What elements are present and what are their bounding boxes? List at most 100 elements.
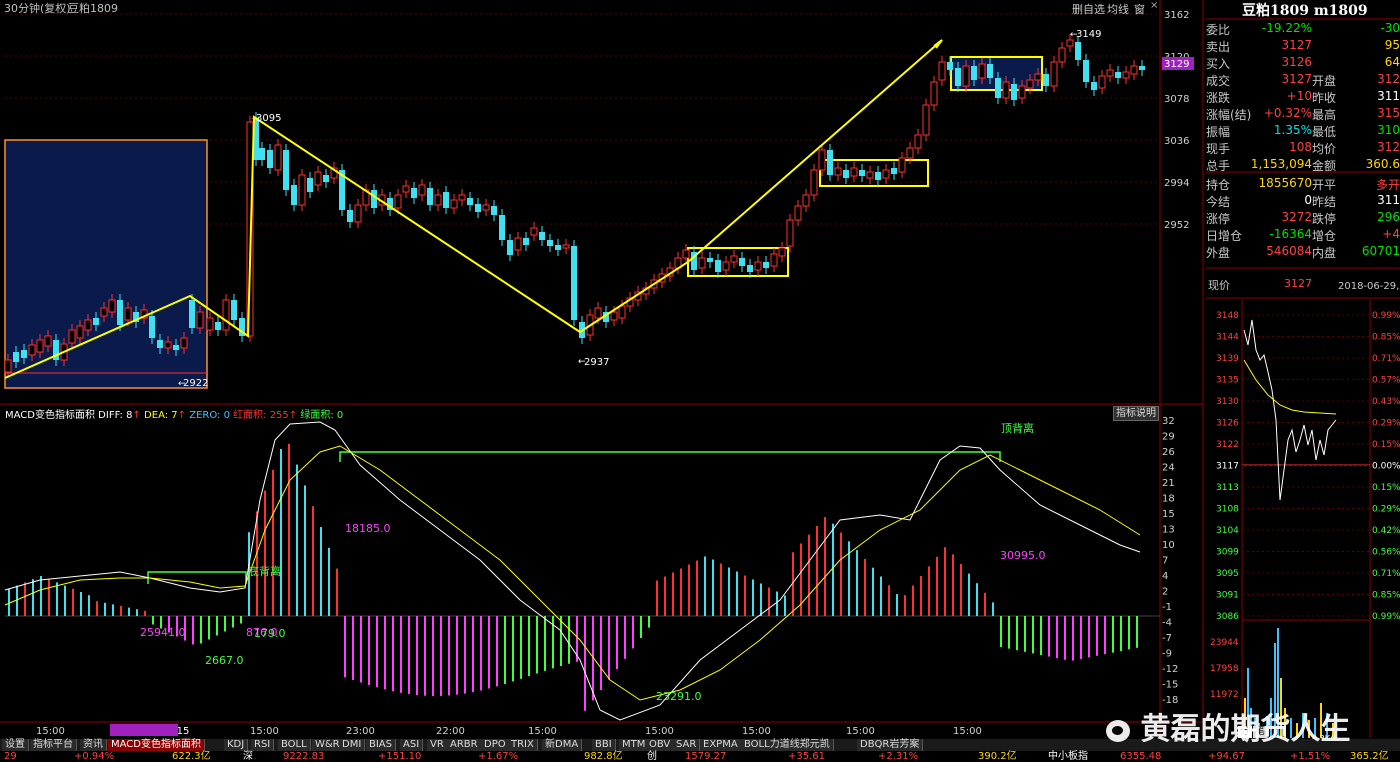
indicator-tab[interactable]: DPO — [481, 739, 510, 751]
macd-axis-label: 24 — [1162, 463, 1175, 474]
macd-bar — [664, 576, 666, 616]
mini-right-axis-label: 0.00% — [1372, 462, 1400, 472]
status-item: +1.51% — [1290, 751, 1331, 762]
indicator-tab[interactable]: BOLL — [278, 739, 311, 751]
quote-label-2: 开盘 — [1312, 74, 1337, 88]
candle-body — [955, 68, 961, 86]
time-axis-label: 15:00 — [953, 726, 982, 737]
price-axis-label: 3162 — [1164, 10, 1189, 21]
window-button[interactable]: 窗 — [1134, 1, 1145, 17]
quote-value-2: 315 — [1377, 106, 1400, 120]
quote-value-2: 296 — [1377, 210, 1400, 224]
chart-canvas[interactable]: ←←←← 3095 2937 2922 3149 316231203078303… — [0, 0, 1400, 762]
indicator-tab[interactable]: SAR — [673, 739, 701, 751]
macd-bar — [224, 616, 226, 632]
indicator-tab[interactable]: ASI — [400, 739, 424, 751]
quote-value-2: 311 — [1377, 89, 1400, 103]
macd-area-a5: 18185.0 — [345, 522, 391, 535]
macd-axis-label: 32 — [1162, 416, 1175, 427]
candle-body — [618, 305, 626, 319]
indicator-tab[interactable]: 指标平台 — [30, 739, 77, 751]
macd-bar — [656, 580, 658, 616]
candle-body — [259, 148, 265, 160]
macd-bar — [928, 566, 930, 616]
mini-right-axis-label: 0.99% — [1372, 612, 1400, 622]
indicator-tab[interactable]: 设置 — [2, 739, 29, 751]
indicator-tab[interactable]: VR — [427, 739, 448, 751]
indicator-help-button[interactable]: 指标说明 — [1113, 406, 1159, 421]
candle-body — [1050, 61, 1058, 87]
time-axis-label: 15:00 — [36, 726, 65, 737]
macd-bar — [1024, 616, 1026, 652]
candle-body — [402, 185, 410, 193]
macd-bar — [648, 616, 650, 628]
candle-body — [76, 325, 84, 339]
macd-axis-label: -7 — [1162, 633, 1172, 644]
quote-title: 豆粕1809 m1809 — [1242, 3, 1368, 19]
indicator-tab[interactable]: 新DMA — [542, 739, 583, 751]
close-icon[interactable]: × — [1150, 0, 1158, 12]
candle-body — [164, 341, 172, 349]
candle-body — [491, 206, 497, 215]
quote-value-2: -30 — [1380, 21, 1400, 35]
quote-label-2: 增仓 — [1312, 229, 1337, 243]
watermark: 黄磊的期货人生 — [1106, 704, 1350, 748]
indicator-tab[interactable]: RSI — [251, 739, 275, 751]
chart-period[interactable]: 30分钟(复权) — [4, 0, 71, 16]
indicator-tab[interactable]: MACD变色指标面积 — [108, 739, 205, 751]
macd-bar — [272, 469, 274, 616]
quote-label: 卖出 — [1206, 40, 1231, 54]
indicator-tab[interactable]: BBI — [592, 739, 616, 751]
annotation-low-2922: 2922 — [183, 378, 208, 389]
candle-body — [173, 345, 179, 350]
macd-histogram — [8, 443, 1138, 711]
macd-bar — [960, 564, 962, 616]
quote-value-2: 360.6 — [1365, 157, 1400, 171]
quote-value: 3127 — [1281, 72, 1312, 86]
indicator-tab[interactable]: DBQR岩芳案 — [857, 739, 924, 751]
indicator-tab[interactable]: TRIX — [508, 739, 538, 751]
status-item: +1.67% — [478, 751, 519, 762]
candle-body — [978, 63, 986, 79]
indicator-tab[interactable]: OBV — [646, 739, 675, 751]
candle-body — [267, 150, 273, 168]
macd-bar — [392, 616, 394, 692]
indicator-tab[interactable]: EXPMA — [700, 739, 742, 751]
candle-body — [307, 178, 313, 192]
quote-value: +0.32% — [1263, 106, 1312, 120]
indicator-tab[interactable]: BOLL力道线郑元凯 — [741, 739, 834, 751]
indicator-tab[interactable]: MTM — [619, 739, 650, 751]
mini-left-axis-label: 3126 — [1216, 419, 1239, 429]
macd-bar — [1128, 616, 1130, 650]
candle-body — [21, 350, 27, 358]
ma-toggle-button[interactable]: 均线 — [1107, 1, 1129, 17]
macd-bar — [864, 558, 866, 616]
mini-axis-left: 3148 3144 3139 3135 3130 3126 3122 3117 3113 3108… — [1216, 311, 1370, 622]
indicator-tab[interactable]: KDJ — [224, 739, 249, 751]
candle-body — [124, 307, 132, 321]
mini-left-axis-label: 3135 — [1216, 376, 1239, 386]
macd-axis-label: 26 — [1162, 447, 1175, 458]
mini-left-axis-label: 3091 — [1216, 591, 1239, 601]
mini-right-axis-label: 0.15% — [1372, 440, 1400, 450]
indicator-tab[interactable]: 资讯 — [80, 739, 107, 751]
macd-bar — [944, 547, 946, 616]
quote-row: 总手 1,153,094 金额 360.6 — [1206, 156, 1400, 173]
remove-watchlist-button[interactable]: 删自选 — [1072, 1, 1105, 17]
macd-bar — [704, 556, 706, 616]
macd-bar — [152, 616, 154, 625]
indicator-tab[interactable]: BIAS — [366, 739, 396, 751]
macd-axis-label: 18 — [1162, 494, 1175, 505]
quote-value: 3272 — [1281, 210, 1312, 224]
indicator-tab[interactable]: DMI — [339, 739, 366, 751]
up-arrow-icon: ↑ — [177, 410, 187, 421]
macd-bar — [360, 616, 362, 683]
time-axis-label: 15:00 — [250, 726, 279, 737]
macd-bar — [968, 573, 970, 616]
candle-body — [458, 194, 466, 201]
market-status-bar: 29 +0.94% 622.3亿 深 9222.83 +151.10 +1.67% 982.8… — [0, 751, 1400, 762]
indicator-tab[interactable]: ARBR — [447, 739, 482, 751]
macd-bar — [280, 449, 282, 616]
macd-bar — [32, 579, 34, 616]
macd-bar — [1000, 616, 1002, 647]
